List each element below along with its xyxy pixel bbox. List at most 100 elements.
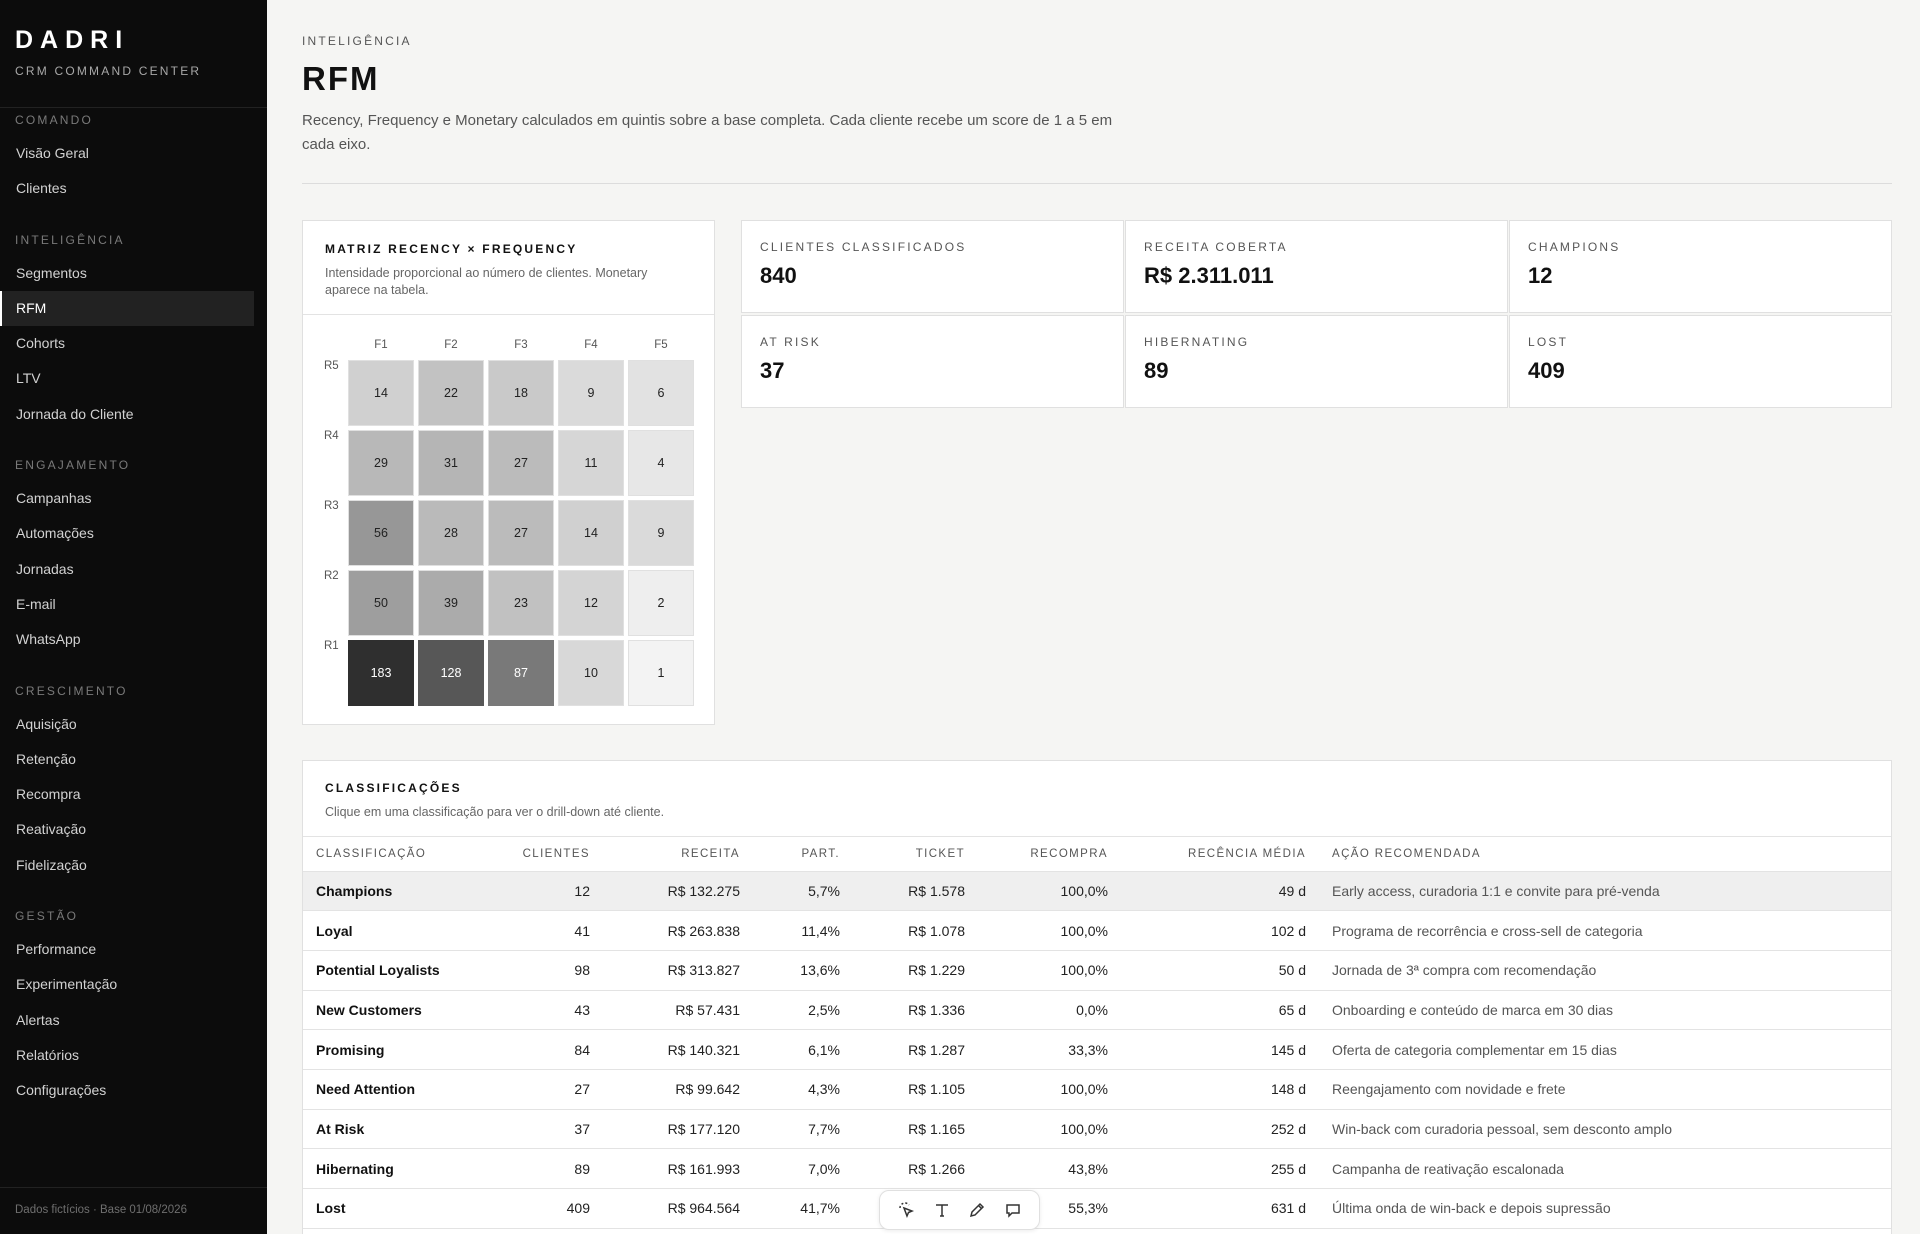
cell-recencia: 102 d bbox=[1121, 910, 1319, 951]
cell-recompra: 100,0% bbox=[978, 950, 1121, 991]
nav-section-engajamento: ENGAJAMENTO Campanhas Automações Jornadas E-… bbox=[0, 455, 267, 657]
cell-ticket: R$ 1.336 bbox=[853, 990, 978, 1031]
sidebar-item-campanhas[interactable]: Campanhas bbox=[0, 481, 254, 516]
sidebar-item-reativacao[interactable]: Reativação bbox=[0, 812, 254, 847]
nav-heading: CRESCIMENTO bbox=[15, 683, 128, 698]
matrix-cell[interactable]: 22 bbox=[418, 360, 484, 426]
matrix-cell[interactable]: 56 bbox=[348, 500, 414, 566]
matrix-cell[interactable]: 14 bbox=[558, 500, 624, 566]
matrix-cell[interactable]: 29 bbox=[348, 430, 414, 496]
cell-recencia: 255 d bbox=[1121, 1148, 1319, 1189]
sidebar-item-retencao[interactable]: Retenção bbox=[0, 742, 254, 777]
table-row-new-customers[interactable]: New Customers 43 R$ 57.431 2,5% R$ 1.336 0,0%… bbox=[303, 990, 1891, 1031]
matrix-cell[interactable]: 87 bbox=[488, 640, 554, 706]
cell-name: New Customers bbox=[303, 990, 493, 1031]
table-row-loyal[interactable]: Loyal 41 R$ 263.838 11,4% R$ 1.078 100,0% 102 … bbox=[303, 910, 1891, 951]
cell-part: 4,3% bbox=[753, 1069, 853, 1110]
sidebar-item-relatorios[interactable]: Relatórios bbox=[0, 1038, 254, 1073]
cell-acao: Jornada de 3ª compra com recomendação bbox=[1319, 950, 1891, 991]
matrix-cell[interactable]: 50 bbox=[348, 570, 414, 636]
sidebar-item-cohorts[interactable]: Cohorts bbox=[0, 326, 254, 361]
matrix-cell[interactable]: 14 bbox=[348, 360, 414, 426]
cell-name: Potential Loyalists bbox=[303, 950, 493, 991]
matrix-cell[interactable]: 31 bbox=[418, 430, 484, 496]
cell-receita: R$ 313.827 bbox=[603, 950, 753, 991]
sidebar-item-fidelizacao[interactable]: Fidelização bbox=[0, 848, 254, 883]
column-header-recencia-media[interactable]: RECÊNCIA MÉDIA bbox=[1121, 837, 1319, 872]
cell-part: 11,4% bbox=[753, 910, 853, 951]
cell-name: At Risk bbox=[303, 1109, 493, 1150]
matrix-cell[interactable]: 9 bbox=[558, 360, 624, 426]
column-header-receita[interactable]: RECEITA bbox=[603, 837, 753, 872]
cell-acao: Oferta de categoria complementar em 15 d… bbox=[1319, 1029, 1891, 1070]
page-eyebrow: INTELIGÊNCIA bbox=[302, 34, 412, 48]
cell-name: Need Attention bbox=[303, 1069, 493, 1110]
sidebar-item-visao-geral[interactable]: Visão Geral bbox=[0, 136, 254, 171]
sidebar-nav: COMANDO Visão Geral Clientes INTELIGÊNCIA Se… bbox=[0, 110, 267, 1109]
column-header-ticket[interactable]: TICKET bbox=[853, 837, 978, 872]
matrix-cell[interactable]: 2 bbox=[628, 570, 694, 636]
matrix-column-label: F5 bbox=[654, 339, 668, 351]
sidebar-item-ltv[interactable]: LTV bbox=[0, 361, 254, 396]
sidebar-item-experimentacao[interactable]: Experimentação bbox=[0, 967, 254, 1002]
matrix-cell[interactable]: 12 bbox=[558, 570, 624, 636]
column-header-acao-recomendada[interactable]: AÇÃO RECOMENDADA bbox=[1319, 837, 1891, 872]
text-icon[interactable] bbox=[930, 1198, 954, 1222]
sidebar-item-automacoes[interactable]: Automações bbox=[0, 516, 254, 551]
matrix-cell[interactable]: 1 bbox=[628, 640, 694, 706]
column-header-classificacao[interactable]: CLASSIFICAÇÃO bbox=[303, 837, 493, 872]
sidebar-item-whatsapp[interactable]: WhatsApp bbox=[0, 622, 254, 657]
page-description: Recency, Frequency e Monetary calculados… bbox=[302, 112, 1113, 153]
sidebar-item-clientes[interactable]: Clientes bbox=[0, 171, 254, 206]
matrix-cell[interactable]: 4 bbox=[628, 430, 694, 496]
matrix-cell[interactable]: 27 bbox=[488, 430, 554, 496]
page-title: RFM bbox=[302, 60, 380, 97]
cell-acao: Última onda de win-back e depois supress… bbox=[1319, 1188, 1891, 1229]
column-header-clientes[interactable]: CLIENTES bbox=[493, 837, 603, 872]
table-row-promising[interactable]: Promising 84 R$ 140.321 6,1% R$ 1.287 33,3% 14… bbox=[303, 1029, 1891, 1070]
cell-recencia: 145 d bbox=[1121, 1029, 1319, 1070]
column-header-recompra[interactable]: RECOMPRA bbox=[978, 837, 1121, 872]
table-row-hibernating[interactable]: Hibernating 89 R$ 161.993 7,0% R$ 1.266 43,8%… bbox=[303, 1148, 1891, 1189]
cell-receita: R$ 263.838 bbox=[603, 910, 753, 951]
sidebar-item-e-mail[interactable]: E-mail bbox=[0, 587, 254, 622]
matrix-cell[interactable]: 128 bbox=[418, 640, 484, 706]
sidebar-item-segmentos[interactable]: Segmentos bbox=[0, 256, 254, 291]
sidebar-item-configuracoes[interactable]: Configurações bbox=[0, 1073, 254, 1108]
cell-acao: Onboarding e conteúdo de marca em 30 dia… bbox=[1319, 990, 1891, 1031]
select-icon[interactable] bbox=[894, 1198, 918, 1222]
matrix-cell[interactable]: 183 bbox=[348, 640, 414, 706]
matrix-cell[interactable]: 18 bbox=[488, 360, 554, 426]
comment-icon[interactable] bbox=[1001, 1198, 1025, 1222]
sidebar-item-jornadas[interactable]: Jornadas bbox=[0, 552, 254, 587]
header-divider bbox=[302, 183, 1892, 184]
sidebar-item-alertas[interactable]: Alertas bbox=[0, 1003, 254, 1038]
nav-section-gestao: GESTÃO Performance Experimentação Alertas Re… bbox=[0, 906, 267, 1108]
sidebar-item-recompra[interactable]: Recompra bbox=[0, 777, 254, 812]
matrix-cell[interactable]: 28 bbox=[418, 500, 484, 566]
cell-ticket: R$ 1.266 bbox=[853, 1148, 978, 1189]
sidebar-item-jornada-do-cliente[interactable]: Jornada do Cliente bbox=[0, 397, 254, 432]
matrix-cell[interactable]: 11 bbox=[558, 430, 624, 496]
pencil-icon[interactable] bbox=[965, 1198, 989, 1222]
matrix-cell[interactable]: 39 bbox=[418, 570, 484, 636]
table-row-at-risk[interactable]: At Risk 37 R$ 177.120 7,7% R$ 1.165 100,0% 252… bbox=[303, 1109, 1891, 1150]
cell-clientes: 98 bbox=[493, 950, 603, 991]
sidebar-item-performance[interactable]: Performance bbox=[0, 932, 254, 967]
cell-recencia: 148 d bbox=[1121, 1069, 1319, 1110]
matrix-cell[interactable]: 9 bbox=[628, 500, 694, 566]
table-row-lost[interactable]: Lost 409 R$ 964.564 41,7% 55,3% 631 d Última o… bbox=[303, 1188, 1891, 1229]
sidebar-item-aquisicao[interactable]: Aquisição bbox=[0, 707, 254, 742]
table-row-champions[interactable]: Champions 12 R$ 132.275 5,7% R$ 1.578 100,0% 4… bbox=[303, 871, 1891, 912]
nav-heading: GESTÃO bbox=[15, 909, 79, 924]
sidebar-item-rfm[interactable]: RFM bbox=[0, 290, 254, 327]
matrix-cell[interactable]: 27 bbox=[488, 500, 554, 566]
table-row-potential-loyalists[interactable]: Potential Loyalists 98 R$ 313.827 13,6% R$ 1… bbox=[303, 950, 1891, 991]
matrix-cell[interactable]: 10 bbox=[558, 640, 624, 706]
column-header-part[interactable]: PART. bbox=[753, 837, 853, 872]
matrix-cell[interactable]: 23 bbox=[488, 570, 554, 636]
classifications-header: CLASSIFICAÇÕES Clique em uma classificaç… bbox=[303, 761, 1891, 837]
kpi-card-hibernating: HIBERNATING 89 bbox=[1125, 315, 1508, 408]
matrix-cell[interactable]: 6 bbox=[628, 360, 694, 426]
table-row-need-attention[interactable]: Need Attention 27 R$ 99.642 4,3% R$ 1.105 100… bbox=[303, 1069, 1891, 1110]
